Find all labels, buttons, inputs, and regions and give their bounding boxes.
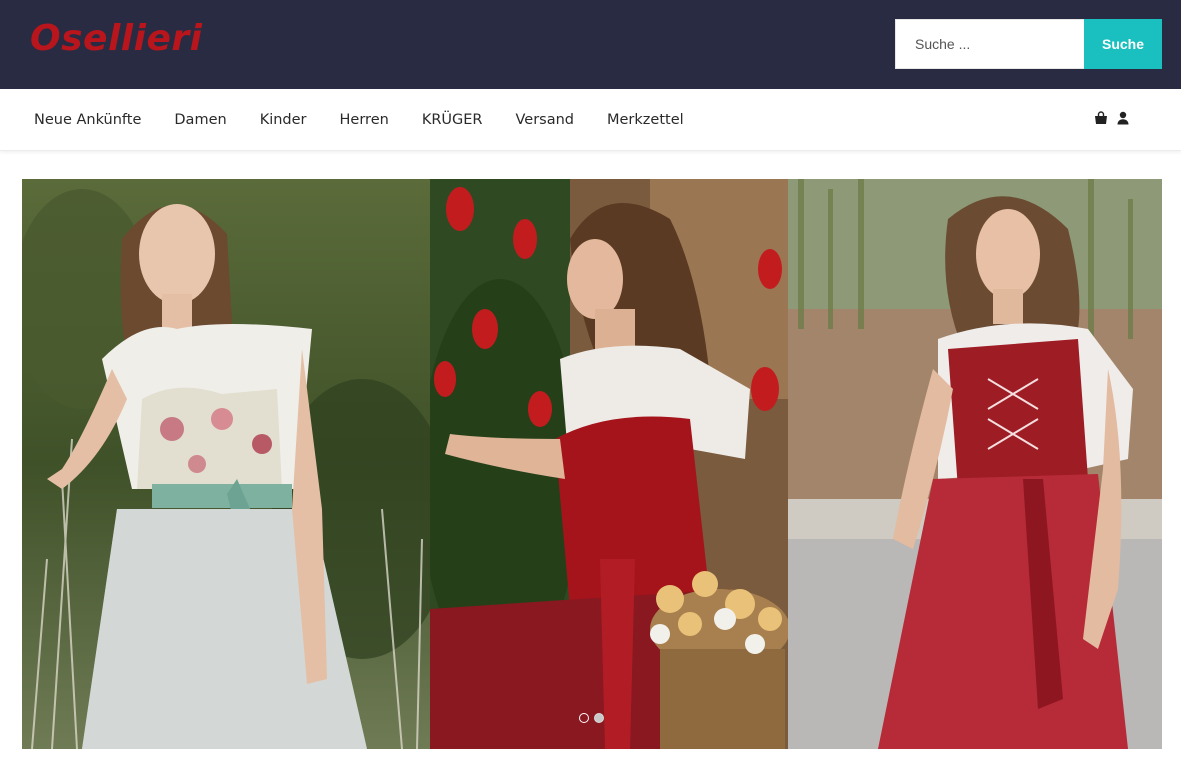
nav-item-damen[interactable]: Damen: [174, 112, 226, 128]
main-navigation: Neue Ankünfte Damen Kinder Herren KRÜGER…: [0, 89, 1181, 151]
user-icon[interactable]: [1117, 111, 1129, 125]
nav-item-versand[interactable]: Versand: [515, 112, 574, 128]
search-button[interactable]: Suche: [1084, 19, 1162, 69]
nav-item-kinder[interactable]: Kinder: [260, 112, 307, 128]
shopping-bag-icon[interactable]: [1094, 111, 1108, 125]
hero-slider[interactable]: [22, 179, 1162, 749]
nav-icons: [1094, 108, 1129, 128]
search-input[interactable]: [895, 19, 1084, 69]
top-header: Osellieri Suche: [0, 0, 1181, 89]
slide-image-red-lace-dirndl: [788, 179, 1162, 749]
slider-dot-2[interactable]: [594, 713, 604, 723]
slider-dot-1[interactable]: [579, 713, 589, 723]
brand-logo[interactable]: Osellieri: [30, 14, 202, 64]
nav-item-merkzettel[interactable]: Merkzettel: [607, 112, 684, 128]
nav-item-herren[interactable]: Herren: [340, 112, 389, 128]
nav-item-krueger[interactable]: KRÜGER: [422, 112, 483, 128]
nav-menu: Neue Ankünfte Damen Kinder Herren KRÜGER…: [34, 89, 717, 151]
slider-pagination: [579, 713, 604, 723]
nav-item-neue-ankuenfte[interactable]: Neue Ankünfte: [34, 112, 141, 128]
slide-image-red-dirndl-basket: [430, 179, 788, 749]
slide-image-white-dirndl: [22, 179, 430, 749]
